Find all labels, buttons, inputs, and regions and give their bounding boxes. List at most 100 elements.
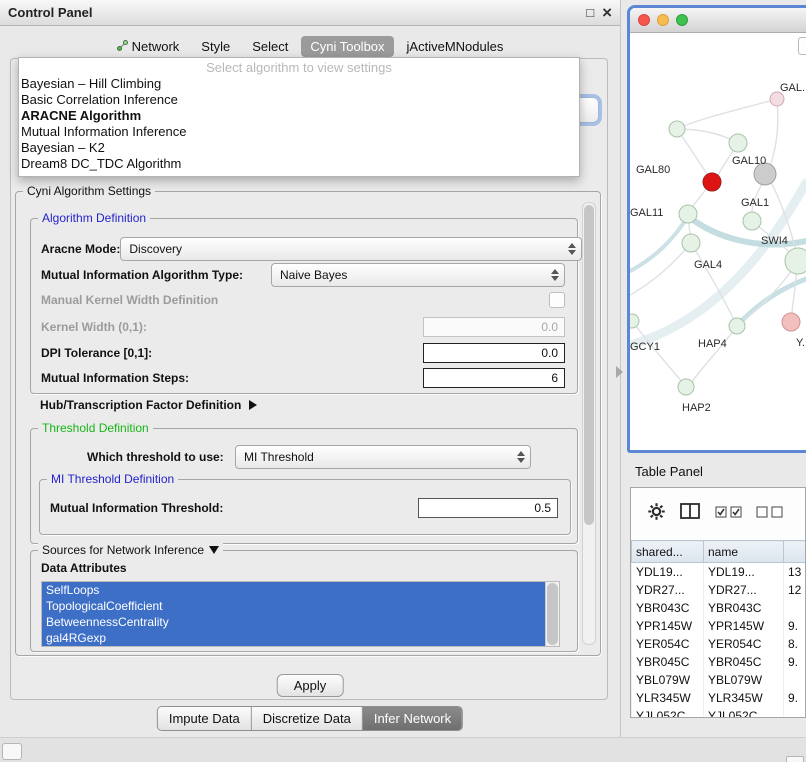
- tab-cyni-toolbox[interactable]: Cyni Toolbox: [301, 36, 393, 57]
- tab-jactivemnodules[interactable]: jActiveMNodules: [398, 36, 513, 57]
- node-label: Y...: [796, 337, 806, 349]
- table-cell: 12: [784, 581, 806, 599]
- network-node-hap2[interactable]: [678, 379, 694, 395]
- settings-gear-icon[interactable]: [647, 502, 666, 526]
- algorithm-option-aracne-algorithm[interactable]: ARACNE Algorithm: [19, 108, 579, 124]
- network-node-gal11[interactable]: [679, 205, 697, 223]
- bottom-strip: [0, 737, 806, 762]
- dpi-tolerance-row: DPI Tolerance [0,1]: 0.0: [41, 341, 565, 365]
- mi-algorithm-type-select[interactable]: Naive Bayes: [271, 263, 565, 287]
- attribute-item-topologicalcoefficient[interactable]: TopologicalCoefficient: [42, 598, 546, 614]
- network-window-titlebar: [630, 8, 806, 33]
- column-header-shared[interactable]: shared...: [632, 541, 704, 563]
- network-node[interactable]: [703, 173, 721, 191]
- tab-infer-network[interactable]: Infer Network: [363, 707, 462, 730]
- table-row[interactable]: YBL079WYBL079W: [632, 671, 806, 689]
- unselected-checkboxes-icon[interactable]: [756, 505, 783, 523]
- network-node[interactable]: [729, 134, 747, 152]
- table-row[interactable]: YJL052CYJL052C: [632, 707, 806, 718]
- network-canvas[interactable]: GAL...GAL80GAL10GAL1GAL11SWI4GAL4GCY1HAP…: [630, 33, 806, 451]
- algorithm-definition-group: Algorithm Definition Aracne Mode: Discov…: [30, 218, 578, 394]
- mi-threshold-value: 0.5: [534, 501, 551, 515]
- tab-style[interactable]: Style: [192, 36, 239, 57]
- network-node-gcy1[interactable]: [630, 314, 639, 328]
- tab-select[interactable]: Select: [243, 36, 297, 57]
- which-threshold-label: Which threshold to use:: [87, 450, 224, 464]
- which-threshold-select[interactable]: MI Threshold: [235, 445, 531, 469]
- mi-steps-value: 6: [551, 371, 558, 385]
- network-node-gal1[interactable]: [743, 212, 761, 230]
- node-label: GAL...: [780, 82, 806, 94]
- float-window-icon[interactable]: □: [586, 6, 594, 19]
- algorithm-option-bayesian-hill-climbing[interactable]: Bayesian – Hill Climbing: [19, 76, 579, 92]
- columns-icon[interactable]: [680, 503, 701, 525]
- network-node-hap4[interactable]: [729, 318, 745, 334]
- table-panel-window: shared...name YDL19...YDL19...13YDR27...…: [630, 487, 806, 718]
- table-cell: YBL079W: [704, 671, 784, 689]
- canvas-scrollbar-stub[interactable]: [798, 37, 806, 55]
- close-window-icon[interactable]: ×: [602, 4, 612, 21]
- table-row[interactable]: YBR045CYBR045C9.: [632, 653, 806, 671]
- kernel-width-label: Kernel Width (0,1):: [41, 320, 147, 334]
- scrollbar-thumb[interactable]: [584, 205, 594, 525]
- which-threshold-row: Which threshold to use: MI Threshold: [41, 445, 565, 469]
- table-row[interactable]: YER054CYER054C8.: [632, 635, 806, 653]
- algorithm-option-mutual-information-inference[interactable]: Mutual Information Inference: [19, 124, 579, 140]
- zoom-traffic-light-icon[interactable]: [676, 14, 688, 26]
- network-node-gal[interactable]: [770, 92, 784, 106]
- settings-scrollbar[interactable]: [582, 202, 596, 645]
- mi-threshold-definition-title: MI Threshold Definition: [47, 472, 178, 486]
- table-row[interactable]: YLR345WYLR345W9.: [632, 689, 806, 707]
- algorithm-option-dream8-dc-tdc-algorithm[interactable]: Dream8 DC_TDC Algorithm: [19, 156, 579, 172]
- sources-title-label: Sources for Network Inference: [42, 543, 204, 557]
- network-icon: [117, 39, 128, 54]
- table-cell: YJL052C: [632, 707, 704, 718]
- table-cell: YDL19...: [704, 563, 784, 582]
- mi-threshold-field[interactable]: 0.5: [418, 498, 558, 518]
- minimized-panel-icon[interactable]: [2, 743, 22, 760]
- column-header[interactable]: [784, 541, 806, 563]
- table-cell: YBR043C: [632, 599, 704, 617]
- close-traffic-light-icon[interactable]: [638, 14, 650, 26]
- algorithm-option-basic-correlation-inference[interactable]: Basic Correlation Inference: [19, 92, 579, 108]
- minimized-panel-icon[interactable]: [786, 756, 804, 762]
- attribute-item-selfloops[interactable]: SelfLoops: [42, 582, 546, 598]
- hub-definition-expander[interactable]: Hub/Transcription Factor Definition: [40, 398, 257, 412]
- table-cell: YLR345W: [632, 689, 704, 707]
- column-header-name[interactable]: name: [704, 541, 784, 563]
- aracne-mode-select[interactable]: Discovery: [120, 237, 582, 261]
- mi-steps-field[interactable]: 6: [423, 368, 565, 388]
- data-attributes-list: SelfLoopsTopologicalCoefficientBetweenne…: [41, 581, 560, 647]
- manual-kernel-width-checkbox[interactable]: [549, 292, 565, 308]
- apply-button[interactable]: Apply: [277, 674, 344, 697]
- combo-value: Discovery: [121, 242, 182, 256]
- table-row[interactable]: YDL19...YDL19...13: [632, 563, 806, 582]
- kernel-width-row: Kernel Width (0,1): 0.0: [41, 315, 565, 339]
- table-row[interactable]: YBR043CYBR043C: [632, 599, 806, 617]
- node-label: GAL4: [694, 259, 722, 271]
- table-cell: [784, 707, 806, 718]
- selected-checkboxes-icon[interactable]: [715, 505, 742, 523]
- network-node-gal4[interactable]: [682, 234, 700, 252]
- table-cell: YDR27...: [704, 581, 784, 599]
- cyni-algorithm-settings-group: Cyni Algorithm Settings Algorithm Defini…: [15, 191, 601, 656]
- table-row[interactable]: YPR145WYPR145W9.: [632, 617, 806, 635]
- table-cell: 8.: [784, 635, 806, 653]
- tab-discretize-data[interactable]: Discretize Data: [252, 707, 363, 730]
- node-label: GAL10: [732, 155, 766, 167]
- attribute-item-betweennesscentrality[interactable]: BetweennessCentrality: [42, 614, 546, 630]
- network-node-gal80[interactable]: [669, 121, 685, 137]
- attribute-item-gal4rgexp[interactable]: gal4RGexp: [42, 630, 546, 646]
- tab-impute-data[interactable]: Impute Data: [158, 707, 252, 730]
- minimize-traffic-light-icon[interactable]: [657, 14, 669, 26]
- algorithm-option-bayesian-k2[interactable]: Bayesian – K2: [19, 140, 579, 156]
- panel-splitter-handle[interactable]: [616, 366, 623, 378]
- sources-title[interactable]: Sources for Network Inference: [38, 543, 223, 557]
- table-row[interactable]: YDR27...YDR27...12: [632, 581, 806, 599]
- table-cell: YBR043C: [704, 599, 784, 617]
- network-node-y[interactable]: [782, 313, 800, 331]
- tab-network[interactable]: Network: [108, 36, 189, 57]
- network-node-swi4[interactable]: [785, 248, 806, 274]
- dpi-tolerance-field[interactable]: 0.0: [423, 343, 565, 363]
- attributes-scrollbar[interactable]: [545, 582, 559, 646]
